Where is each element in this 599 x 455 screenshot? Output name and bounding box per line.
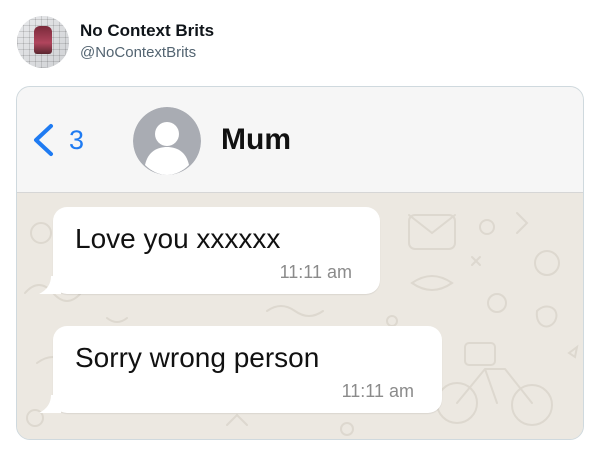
- bubble-tail: [39, 276, 61, 294]
- user-handle[interactable]: @NoContextBrits: [80, 44, 196, 61]
- chat-screenshot[interactable]: 3 Mum Love you xxxxxx 11:11 am Sorry wro…: [16, 86, 584, 440]
- contact-avatar[interactable]: [133, 107, 201, 175]
- message-text: Love you xxxxxx: [75, 223, 281, 254]
- message-bubble[interactable]: Sorry wrong person 11:11 am: [39, 326, 442, 413]
- unread-count: 3: [69, 125, 85, 155]
- profile-avatar[interactable]: [17, 16, 69, 68]
- display-name[interactable]: No Context Brits: [80, 21, 214, 41]
- message-text: Sorry wrong person: [75, 342, 320, 373]
- default-person-icon: [133, 107, 201, 175]
- avatar-figure: [34, 26, 52, 54]
- message-time: 11:11 am: [279, 262, 352, 282]
- message-bubble[interactable]: Love you xxxxxx 11:11 am: [39, 207, 380, 294]
- chevron-left-icon: [34, 124, 53, 156]
- bubble-tail: [39, 395, 61, 413]
- message-time: 11:11 am: [341, 381, 414, 401]
- contact-name[interactable]: Mum: [221, 123, 291, 157]
- message-list: Love you xxxxxx 11:11 am Sorry wrong per…: [17, 193, 583, 439]
- chat-navigation-bar: 3 Mum: [17, 87, 583, 193]
